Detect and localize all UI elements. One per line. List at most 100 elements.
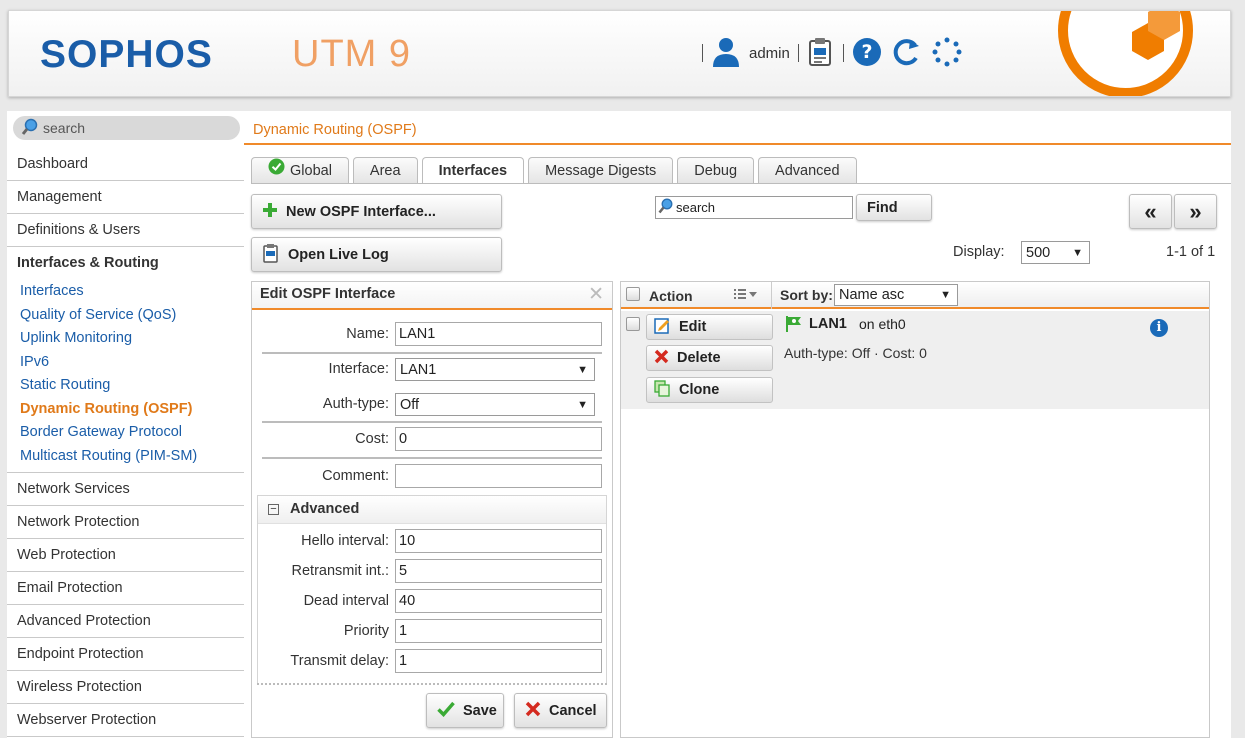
row-checkbox[interactable] [626,317,640,331]
user-icon [711,36,741,71]
comment-field[interactable] [395,464,602,488]
sidebar-item-advanced-protection[interactable]: Advanced Protection [7,605,244,638]
sidebar-subitem-static-routing[interactable]: Static Routing [20,374,244,398]
tab-area[interactable]: Area [352,157,418,184]
priority-field[interactable]: 1 [395,619,602,643]
sort-by-label: Sort by: [780,287,833,303]
save-button[interactable]: Save [426,693,504,728]
cancel-label: Cancel [549,702,597,719]
prev-page-button[interactable]: « [1129,194,1172,229]
interface-on: on eth0 [859,316,906,332]
find-button[interactable]: Find [856,194,932,221]
open-live-log-button[interactable]: Open Live Log [251,237,502,272]
sidebar-item-network-services[interactable]: Network Services [7,473,244,506]
table-row: Edit Delete Clone LAN1 on eth0 Auth-type… [621,311,1209,409]
sidebar-subitem-qos[interactable]: Quality of Service (QoS) [20,304,244,328]
sidebar-item-network-protection[interactable]: Network Protection [7,506,244,539]
interface-name[interactable]: LAN1 [809,316,847,332]
sidebar-subitem-dynamic-routing[interactable]: Dynamic Routing (OSPF) [20,398,244,422]
edit-ospf-interface-panel: Edit OSPF Interface ✕ Name: LAN1 Interfa… [251,281,613,738]
sidebar-search-placeholder: search [43,120,86,136]
select-all-checkbox[interactable] [626,287,640,301]
dead-interval-label: Dead interval [303,593,389,609]
next-page-button[interactable]: » [1174,194,1217,229]
interface-details: Auth-type: Off · Cost: 0 [784,345,927,361]
divider [262,421,602,423]
clone-button[interactable]: Clone [646,377,773,403]
name-field[interactable]: LAN1 [395,322,602,346]
sort-by-select[interactable]: Name asc ▼ [834,284,958,306]
edit-button[interactable]: Edit [646,314,773,340]
sidebar-search-input[interactable]: search [13,116,240,140]
sidebar-item-dashboard[interactable]: Dashboard [7,148,244,181]
info-icon[interactable]: i [1150,319,1168,337]
tab-label: Global [290,162,332,179]
sidebar-item-definitions-users[interactable]: Definitions & Users [7,214,244,247]
tab-advanced[interactable]: Advanced [758,157,857,184]
chevron-down-icon: ▼ [940,289,951,301]
clipboard-icon[interactable] [807,37,835,70]
sidebar: search Dashboard Management Definitions … [7,111,244,738]
comment-label: Comment: [322,468,389,484]
display-count-value: 500 [1026,244,1051,261]
divider [797,44,799,62]
sidebar-subitem-uplink-monitoring[interactable]: Uplink Monitoring [20,327,244,351]
results-list: Action Sort by: Name asc ▼ Edit Delete C… [620,281,1210,738]
interface-label: Interface: [328,361,389,377]
close-icon[interactable]: ✕ [588,282,604,307]
sidebar-item-interfaces-routing[interactable]: Interfaces & Routing [7,247,244,280]
sort-by-value: Name asc [839,287,905,303]
sidebar-subitem-ipv6[interactable]: IPv6 [20,351,244,375]
display-count-select[interactable]: 500 ▼ [1021,241,1090,264]
advanced-title: Advanced [290,501,360,517]
edit-icon [654,317,671,338]
sidebar-subitem-multicast[interactable]: Multicast Routing (PIM-SM) [20,445,244,469]
auth-type-select[interactable]: Off ▼ [395,393,595,416]
transmit-delay-field[interactable]: 1 [395,649,602,673]
dead-interval-field[interactable]: 40 [395,589,602,613]
retransmit-interval-field[interactable]: 5 [395,559,602,583]
sidebar-item-management[interactable]: Management [7,181,244,214]
chevron-down-icon: ▼ [577,398,588,411]
sidebar-item-web-protection[interactable]: Web Protection [7,539,244,572]
cancel-button[interactable]: Cancel [514,693,607,728]
sidebar-item-email-protection[interactable]: Email Protection [7,572,244,605]
sidebar-subitem-bgp[interactable]: Border Gateway Protocol [20,421,244,445]
check-circle-icon [268,158,285,184]
reload-icon[interactable] [890,37,922,70]
collapse-icon[interactable]: − [268,504,279,515]
name-label: Name: [346,326,389,342]
tab-debug[interactable]: Debug [677,157,755,184]
header-toolbar: admin ? [702,36,964,70]
brand-mark [1058,11,1193,96]
advanced-header[interactable]: − Advanced [258,496,606,524]
list-search-placeholder: search [676,200,716,215]
chevron-down-icon: ▼ [577,363,588,376]
tab-global[interactable]: Global [251,157,349,184]
search-icon [658,198,674,217]
x-icon [525,701,541,721]
list-search-input[interactable]: search [655,196,853,219]
sidebar-subitem-interfaces[interactable]: Interfaces [20,280,244,304]
new-ospf-interface-button[interactable]: New OSPF Interface... [251,194,502,229]
hello-interval-field[interactable]: 10 [395,529,602,553]
cost-field[interactable]: 0 [395,427,602,451]
sidebar-submenu: Interfaces Quality of Service (QoS) Upli… [7,280,244,473]
sidebar-item-webserver-protection[interactable]: Webserver Protection [7,704,244,737]
tab-message-digests[interactable]: Message Digests [528,157,674,184]
interface-select[interactable]: LAN1 ▼ [395,358,595,381]
tabs-divider [251,183,1231,184]
sidebar-item-wireless-protection[interactable]: Wireless Protection [7,671,244,704]
delete-button[interactable]: Delete [646,345,773,371]
divider [262,352,602,354]
username-link[interactable]: admin [749,45,790,62]
main-panel: Dynamic Routing (OSPF) Global Area Inter… [244,111,1231,738]
pager-info: 1-1 of 1 [1166,244,1216,260]
help-icon[interactable]: ? [852,37,882,70]
divider [702,44,703,62]
cost-label: Cost: [355,431,389,447]
sidebar-item-endpoint-protection[interactable]: Endpoint Protection [7,638,244,671]
tab-interfaces[interactable]: Interfaces [421,157,525,184]
column-menu-icon[interactable] [733,287,759,304]
flag-icon [785,315,803,336]
